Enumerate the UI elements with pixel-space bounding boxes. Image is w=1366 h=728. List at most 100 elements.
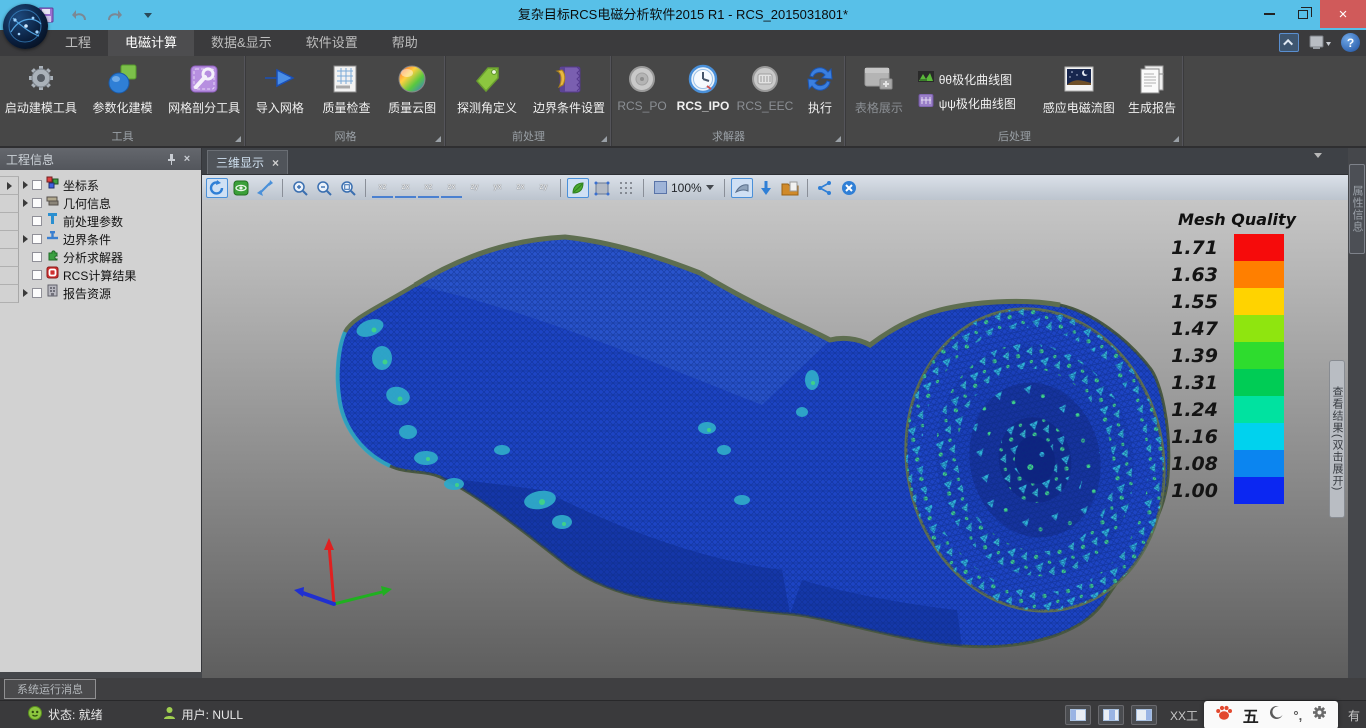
zoom-in-button[interactable] [289, 178, 311, 198]
tree-checkbox[interactable] [32, 288, 42, 298]
tree-item-geometry-info[interactable]: 几何信息 [19, 194, 201, 212]
launch-modeling-tool-button[interactable]: 启动建模工具 [0, 60, 82, 124]
free-move-button[interactable] [254, 178, 276, 198]
app-logo[interactable] [3, 4, 48, 49]
points-render-button[interactable] [615, 178, 637, 198]
view-preset-button-6[interactable]: yx [487, 178, 508, 198]
solver-rcs-po-button[interactable]: RCS_PO [612, 60, 672, 124]
expand-arrow[interactable] [23, 181, 28, 189]
view-preset-button-5[interactable]: zy [464, 178, 485, 198]
parametric-model-icon [106, 60, 140, 98]
restore-button[interactable] [1286, 0, 1320, 28]
legend-swatch [1234, 315, 1284, 342]
group-expand-corner[interactable] [601, 136, 607, 142]
link-views-button[interactable] [814, 178, 836, 198]
zoom-level-control[interactable]: 100% [650, 181, 718, 195]
undo-icon[interactable] [70, 5, 90, 25]
tab-em-computation[interactable]: 电磁计算 [108, 30, 194, 56]
zoom-caret-icon[interactable] [706, 185, 714, 190]
theta-polar-curve-button[interactable]: θθ极化曲线图 [918, 70, 1031, 88]
tree-item-preprocess-params[interactable]: 前处理参数 [19, 212, 201, 230]
zoom-out-button[interactable] [313, 178, 335, 198]
tree-checkbox[interactable] [32, 198, 42, 208]
view-preset-button-2[interactable]: zx [395, 178, 416, 198]
view-results-side-tab[interactable]: 查看结果(双击展开) [1329, 360, 1345, 518]
qat-dropdown-caret[interactable] [138, 5, 158, 25]
meshing-tool-button[interactable]: 网格剖分工具 [163, 60, 245, 124]
current-item-arrow[interactable] [7, 182, 12, 190]
mesh-quality-legend: Mesh Quality 1.71 1.63 1.55 1.47 1.39 1.… [1162, 210, 1312, 504]
properties-side-tab[interactable]: 属性信息 [1349, 164, 1365, 254]
probe-angle-tag-icon [470, 60, 504, 98]
pin-icon[interactable] [163, 151, 179, 167]
minimize-button[interactable] [1252, 0, 1286, 28]
layout-right-button[interactable] [1131, 705, 1157, 725]
ime-settings-gear-icon[interactable] [1312, 705, 1327, 725]
tab-close-icon[interactable]: × [272, 157, 279, 169]
solver-rcs-ipo-button[interactable]: RCS_IPO [672, 60, 734, 124]
group-expand-corner[interactable] [235, 136, 241, 142]
tree-item-rcs-results[interactable]: RCS计算结果 [19, 266, 201, 284]
expand-arrow[interactable] [23, 289, 28, 297]
tab-help[interactable]: 帮助 [375, 30, 435, 56]
induced-current-map-button[interactable]: 感应电磁流图 [1036, 60, 1121, 124]
tab-3d-display[interactable]: 三维显示 × [207, 150, 288, 174]
save-view-button[interactable] [755, 178, 777, 198]
quality-cloud-button[interactable]: 质量云图 [379, 60, 445, 124]
tree-item-analysis-solver[interactable]: 分析求解器 [19, 248, 201, 266]
view-preset-button-1[interactable]: xz [372, 178, 393, 198]
3d-viewport-canvas[interactable]: Mesh Quality 1.71 1.63 1.55 1.47 1.39 1.… [202, 200, 1348, 678]
ime-punctuation-toggle[interactable]: °, [1293, 708, 1302, 723]
layout-left-button[interactable] [1065, 705, 1091, 725]
shaded-render-button[interactable] [567, 178, 589, 198]
tree-checkbox[interactable] [32, 234, 42, 244]
expand-arrow[interactable] [23, 235, 28, 243]
zoom-window-button[interactable] [337, 178, 359, 198]
tree-checkbox[interactable] [32, 180, 42, 190]
previous-view-button[interactable] [731, 178, 753, 198]
view-preset-button-8[interactable]: zy [533, 178, 554, 198]
close-overlay-button[interactable] [838, 178, 860, 198]
display-style-button[interactable] [1308, 33, 1332, 52]
layout-center-button[interactable] [1098, 705, 1124, 725]
group-expand-corner[interactable] [835, 136, 841, 142]
boundary-condition-button[interactable]: 边界条件设置 [528, 60, 610, 124]
view-preset-button-7[interactable]: zx [510, 178, 531, 198]
psi-polar-curve-button[interactable]: ψψ极化曲线图 [918, 94, 1031, 112]
execute-button[interactable]: 执行 [796, 60, 844, 124]
parametric-modeling-button[interactable]: 参数化建模 [82, 60, 164, 124]
view-preset-button-4[interactable]: zx [441, 178, 462, 198]
help-icon[interactable]: ? [1341, 33, 1360, 52]
tree-checkbox[interactable] [32, 252, 42, 262]
snapshot-folder-button[interactable] [779, 178, 801, 198]
expand-arrow[interactable] [23, 199, 28, 207]
tab-engineering[interactable]: 工程 [48, 30, 108, 56]
ime-wubi-mode[interactable]: 五 [1243, 703, 1259, 727]
close-button[interactable]: × [1320, 0, 1366, 28]
probe-angle-button[interactable]: 探测角定义 [446, 60, 528, 124]
tree-checkbox[interactable] [32, 216, 42, 226]
collapse-ribbon-button[interactable] [1279, 33, 1299, 52]
system-messages-tab[interactable]: 系统运行消息 [4, 679, 96, 699]
group-expand-corner[interactable] [435, 136, 441, 142]
panel-close-icon[interactable]: × [179, 151, 195, 167]
redo-icon[interactable] [104, 5, 124, 25]
generate-report-button[interactable]: 生成报告 [1121, 60, 1183, 124]
tab-software-settings[interactable]: 软件设置 [289, 30, 375, 56]
tree-item-report-resources[interactable]: 报告资源 [19, 284, 201, 302]
tree-item-coordinate-system[interactable]: 坐标系 [19, 176, 201, 194]
tree-item-boundary-conditions[interactable]: 边界条件 [19, 230, 201, 248]
flat-shade-button[interactable] [591, 178, 613, 198]
solver-rcs-eec-button[interactable]: RCS_EEC [734, 60, 796, 124]
ime-halfmoon-icon[interactable] [1269, 705, 1284, 725]
tab-data-display[interactable]: 数据&显示 [194, 30, 289, 56]
orbit-view-button[interactable] [230, 178, 252, 198]
view-preset-button-3[interactable]: xz [418, 178, 439, 198]
import-mesh-button[interactable]: 导入网格 [246, 60, 314, 124]
table-display-button[interactable]: 表格展示 [846, 60, 912, 124]
group-expand-corner[interactable] [1173, 136, 1179, 142]
ime-logo-paw-icon[interactable] [1215, 704, 1233, 726]
rotate-view-button[interactable] [206, 178, 228, 198]
quality-check-button[interactable]: 质量检查 [314, 60, 380, 124]
tree-checkbox[interactable] [32, 270, 42, 280]
